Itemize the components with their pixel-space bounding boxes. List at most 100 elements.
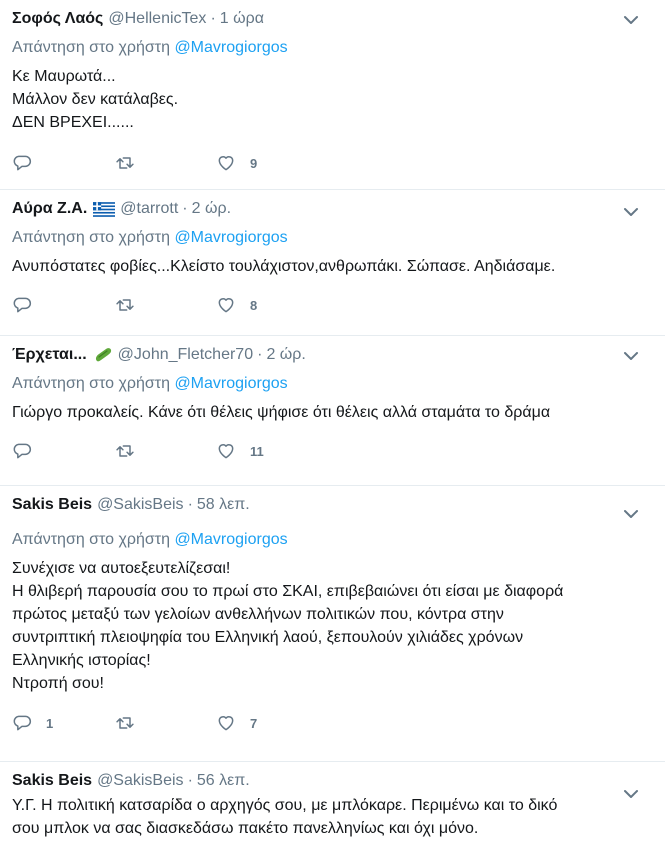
mention-link[interactable]: @Mavrogiorgos <box>174 375 287 392</box>
tweet[interactable]: Σοφός Λαός @HellenicTex · 1 ώρα Απάντηση… <box>0 0 665 190</box>
separator-dot: · <box>257 346 263 363</box>
tweet-text-line: Μάλλον δεν κατάλαβες. <box>12 91 179 108</box>
reply-context: Απάντηση στο χρήστη @Mavrogiorgos <box>12 530 615 550</box>
tweet-actions: 9 <box>12 152 615 174</box>
tweet-header: Έρχεται... @John_Fletcher70 · 2 ώρ. <box>12 345 615 365</box>
heart-icon <box>218 156 234 171</box>
retweet-icon <box>116 299 134 311</box>
tweet-text-line: πρώτος μεταξύ των γελοίων ανθελλήνων πολ… <box>12 606 504 623</box>
like-count: 11 <box>250 443 264 459</box>
timestamp[interactable]: 1 ώρα <box>220 9 264 29</box>
reply-prefix: Απάντηση στο χρήστη <box>12 39 170 56</box>
tweet[interactable]: Sakis Beis @SakisBeis · 56 λεπ. Υ.Γ. Η π… <box>0 762 665 855</box>
tweet-text-line: Ανυπόστατες φοβίες...Κλείστο τουλάχιστον… <box>12 258 556 275</box>
author-handle[interactable]: @HellenicTex <box>108 9 206 29</box>
reply-context: Απάντηση στο χρήστη @Mavrogiorgos <box>12 38 615 58</box>
separator-dot: · <box>187 496 193 513</box>
timestamp[interactable]: 58 λεπ. <box>197 495 250 515</box>
heart-icon <box>218 298 234 313</box>
reply-prefix: Απάντηση στο χρήστη <box>12 531 170 548</box>
tweet-text-line: συντριπτική πλειοψηφία του Ελληνική λαού… <box>12 629 524 646</box>
heart-icon <box>218 716 234 731</box>
heart-icon <box>218 444 234 459</box>
tweet-actions: 1 7 <box>12 712 615 734</box>
chevron-down-icon[interactable] <box>623 506 639 522</box>
cucumber-icon <box>95 348 111 362</box>
separator-dot: · <box>210 10 216 27</box>
tweet-text-line: σου μπλοκ να σας διασκεδάσω πακέτο πανελ… <box>12 820 479 837</box>
like-count: 9 <box>250 155 258 171</box>
tweet-text: Γιώργο προκαλείς. Κάνε ότι θέλεις ψήφισε… <box>12 401 615 424</box>
reply-icon <box>13 715 32 731</box>
tweet-text-line: Γιώργο προκαλείς. Κάνε ότι θέλεις ψήφισε… <box>12 404 551 421</box>
like-button[interactable]: 8 <box>216 295 318 315</box>
author-handle[interactable]: @John_Fletcher70 <box>118 345 253 365</box>
tweet-text: Κε Μαυρωτά... Μάλλον δεν κατάλαβες. ΔΕΝ … <box>12 65 615 134</box>
tweet[interactable]: Έρχεται... @John_Fletcher70 · 2 ώρ. Απάν… <box>0 336 665 486</box>
tweet-text: Συνέχισε να αυτοεξευτελίζεσαι! Η θλιβερή… <box>12 557 615 695</box>
tweet-actions: 8 <box>12 294 615 316</box>
chevron-down-icon[interactable] <box>623 12 639 28</box>
author-name[interactable]: Sakis Beis <box>12 771 92 791</box>
retweet-button[interactable] <box>114 153 216 173</box>
like-button[interactable]: 11 <box>216 441 318 461</box>
retweet-icon <box>116 157 134 169</box>
reply-button[interactable] <box>12 441 114 461</box>
tweet-text-line: ΔΕΝ ΒΡΕΧΕΙ...... <box>12 114 134 131</box>
separator-dot: · <box>182 200 188 217</box>
chevron-down-icon[interactable] <box>623 204 639 220</box>
author-handle[interactable]: @SakisBeis <box>97 771 184 791</box>
retweet-button[interactable] <box>114 295 216 315</box>
mention-link[interactable]: @Mavrogiorgos <box>174 531 287 548</box>
author-handle[interactable]: @tarrott <box>120 199 178 219</box>
tweet-header: Sakis Beis @SakisBeis · 58 λεπ. <box>12 495 615 515</box>
timestamp[interactable]: 56 λεπ. <box>197 771 250 791</box>
chevron-down-icon[interactable] <box>623 786 639 802</box>
reply-button[interactable] <box>12 295 114 315</box>
reply-icon <box>13 155 32 171</box>
tweet[interactable]: Αύρα Ζ.Α. @tarrott · 2 ώρ. Απάντηση στο … <box>0 190 665 336</box>
like-button[interactable]: 7 <box>216 713 318 733</box>
separator-dot: · <box>187 772 193 789</box>
like-count: 7 <box>250 715 258 731</box>
tweet-text-line: Η θλιβερή παρουσία σου το πρωί στο ΣΚΑΙ,… <box>12 583 564 600</box>
author-handle[interactable]: @SakisBeis <box>97 495 184 515</box>
tweet-text: Υ.Γ. Η πολιτική κατσαρίδα ο αρχηγός σου,… <box>12 794 615 840</box>
chevron-down-icon[interactable] <box>623 348 639 364</box>
greek-flag-icon <box>93 201 116 217</box>
tweet[interactable]: Sakis Beis @SakisBeis · 58 λεπ. Απάντηση… <box>0 486 665 762</box>
author-name[interactable]: Αύρα Ζ.Α. <box>12 199 87 219</box>
author-name[interactable]: Sakis Beis <box>12 495 92 515</box>
like-count: 8 <box>250 297 258 313</box>
reply-count: 1 <box>46 715 54 731</box>
tweet-header: Sakis Beis @SakisBeis · 56 λεπ. <box>12 771 615 791</box>
mention-link[interactable]: @Mavrogiorgos <box>174 39 287 56</box>
tweet-header: Σοφός Λαός @HellenicTex · 1 ώρα <box>12 9 615 29</box>
timestamp[interactable]: 2 ώρ. <box>192 199 231 219</box>
tweet-text-line: Ελληνικής ιστορίας! <box>12 652 151 669</box>
tweet-text: Ανυπόστατες φοβίες...Κλείστο τουλάχιστον… <box>12 255 615 278</box>
tweet-text-line: Συνέχισε να αυτοεξευτελίζεσαι! <box>12 560 231 577</box>
tweet-text-line: Κε Μαυρωτά... <box>12 68 116 85</box>
reply-prefix: Απάντηση στο χρήστη <box>12 229 170 246</box>
reply-context: Απάντηση στο χρήστη @Mavrogiorgos <box>12 374 615 394</box>
reply-button[interactable] <box>12 153 114 173</box>
timestamp[interactable]: 2 ώρ. <box>266 345 305 365</box>
reply-prefix: Απάντηση στο χρήστη <box>12 375 170 392</box>
tweet-header: Αύρα Ζ.Α. @tarrott · 2 ώρ. <box>12 199 615 219</box>
tweet-text-line: Υ.Γ. Η πολιτική κατσαρίδα ο αρχηγός σου,… <box>12 797 558 814</box>
tweet-actions: 11 <box>12 440 615 462</box>
reply-icon <box>13 297 32 313</box>
author-name[interactable]: Έρχεται... <box>12 345 87 365</box>
author-name[interactable]: Σοφός Λαός <box>12 9 103 29</box>
retweet-icon <box>116 445 134 457</box>
reply-context: Απάντηση στο χρήστη @Mavrogiorgos <box>12 228 615 248</box>
tweet-text-line: Ντροπή σου! <box>12 675 104 692</box>
like-button[interactable]: 9 <box>216 153 318 173</box>
reply-icon <box>13 443 32 459</box>
mention-link[interactable]: @Mavrogiorgos <box>174 229 287 246</box>
retweet-button[interactable] <box>114 441 216 461</box>
reply-button[interactable]: 1 <box>12 713 114 733</box>
retweet-button[interactable] <box>114 713 216 733</box>
retweet-icon <box>116 717 134 729</box>
